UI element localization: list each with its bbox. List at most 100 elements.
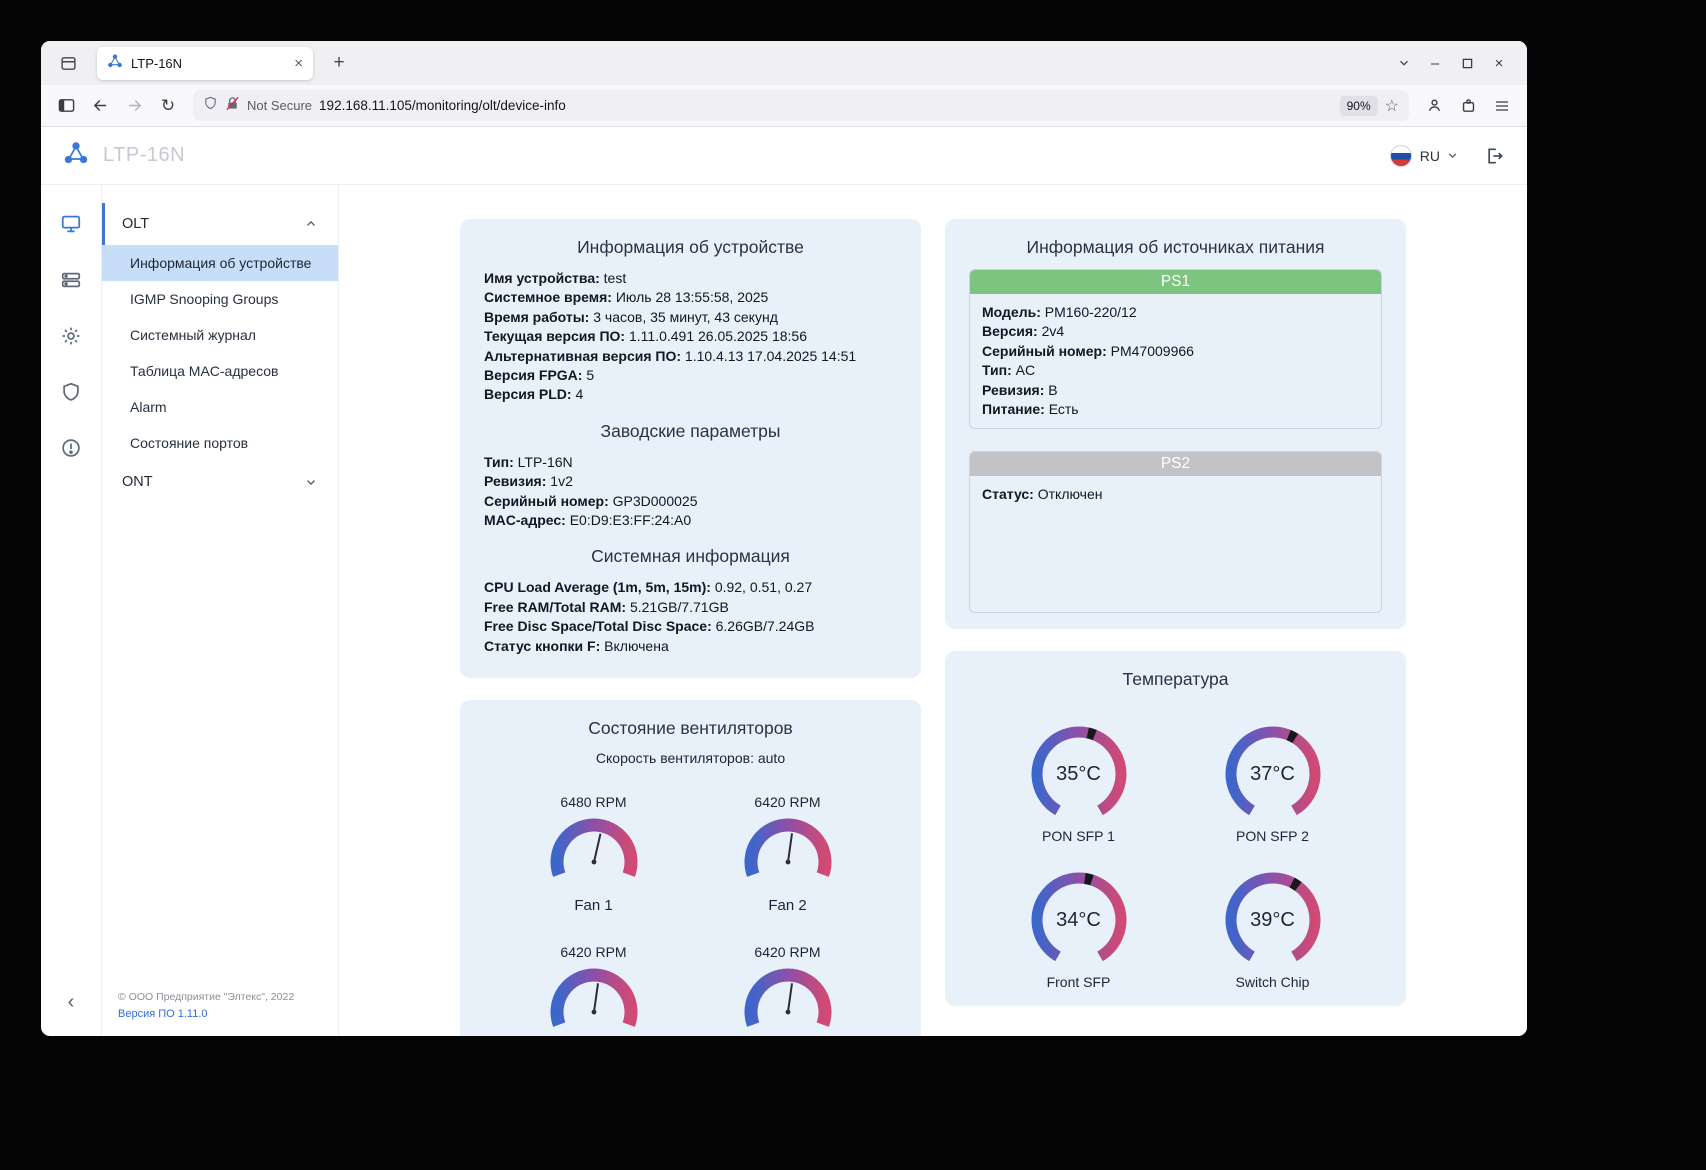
extensions-icon[interactable]: [1453, 91, 1483, 121]
fans-card: Состояние вентиляторов Скорость вентилят…: [460, 700, 921, 1036]
info-row: Статус кнопки F: Включена: [484, 637, 897, 656]
back-icon[interactable]: [85, 91, 115, 121]
sidebar-item-port-state[interactable]: Состояние портов: [102, 425, 338, 461]
info-row: Серийный номер: GP3D000025: [484, 492, 897, 511]
tracking-shield-icon[interactable]: [203, 95, 218, 116]
fan-gauge: 6420 RPM Fan 3: [519, 944, 669, 1036]
insecure-lock-icon: [225, 96, 240, 116]
chevron-down-icon[interactable]: [1446, 149, 1459, 162]
tabs-list-chevron-icon[interactable]: [1389, 48, 1419, 78]
info-row: Ревизия: 1v2: [484, 472, 897, 491]
temperature-gauge: 39°C Switch Chip: [1198, 870, 1348, 990]
sidebar-item-mac-table[interactable]: Таблица MAC-адресов: [102, 353, 338, 389]
sidebar: OLT Информация об устройстве IGMP Snoopi…: [102, 185, 339, 1036]
temperature-label: Switch Chip: [1198, 974, 1348, 990]
temperature-value: 39°C: [1223, 870, 1323, 970]
firmware-version-link[interactable]: Версия ПО 1.11.0: [118, 1008, 208, 1020]
fan-gauge-dial: [519, 966, 669, 1036]
fan-rpm-value: 6420 RPM: [713, 944, 863, 960]
temperature-value: 34°C: [1029, 870, 1129, 970]
fan-label: Fan 2: [713, 897, 863, 914]
language-flag-icon: [1390, 145, 1412, 167]
browser-tab[interactable]: LTP-16N ×: [97, 47, 313, 80]
logout-icon[interactable]: [1485, 146, 1505, 166]
sidebar-toggle-icon[interactable]: [51, 91, 81, 121]
window-minimize-button[interactable]: –: [1419, 48, 1451, 78]
info-row: Имя устройства: test: [484, 269, 897, 288]
language-selector[interactable]: RU: [1420, 148, 1440, 164]
menu-icon[interactable]: [1487, 91, 1517, 121]
info-row: CPU Load Average (1m, 5m, 15m): 0.92, 0.…: [484, 578, 897, 597]
info-row: MAC-адрес: E0:D9:E3:FF:24:A0: [484, 511, 897, 530]
browser-window: LTP-16N × + – × ↻: [41, 41, 1527, 1036]
bookmark-star-icon[interactable]: ☆: [1385, 96, 1399, 116]
info-row: Время работы: 3 часов, 35 минут, 43 секу…: [484, 308, 897, 327]
reload-icon[interactable]: ↻: [153, 91, 183, 121]
info-row: Free RAM/Total RAM: 5.21GB/7.71GB: [484, 598, 897, 617]
temperature-gauges-grid: 35°C PON SFP 1 37°C PON SFP 2: [969, 724, 1382, 990]
temperature-gauge: 35°C PON SFP 1: [1004, 724, 1154, 844]
temperature-card-title: Температура: [969, 669, 1382, 690]
fan-label: Fan 1: [519, 897, 669, 914]
app-logo-icon: [63, 140, 89, 171]
temperature-label: PON SFP 2: [1198, 828, 1348, 844]
sidebar-group-olt[interactable]: OLT: [102, 203, 338, 245]
device-info-card: Информация об устройстве Имя устройства:…: [460, 219, 921, 678]
fan-rpm-value: 6420 RPM: [519, 944, 669, 960]
tab-favicon-icon: [107, 53, 123, 74]
info-row: Системное время: Июль 28 13:55:58, 2025: [484, 288, 897, 307]
ps2-status-header: PS2: [970, 452, 1381, 476]
sidebar-group-label: OLT: [122, 216, 149, 232]
firefox-view-icon[interactable]: [53, 48, 83, 78]
info-row: Альтернативная версия ПО: 1.10.4.13 17.0…: [484, 347, 897, 366]
fan-rpm-value: 6420 RPM: [713, 794, 863, 810]
address-bar[interactable]: Not Secure 192.168.11.105/monitoring/olt…: [193, 90, 1409, 121]
new-tab-button[interactable]: +: [325, 52, 353, 74]
fan-speed-setting: Скорость вентиляторов: auto: [484, 750, 897, 766]
tab-close-icon[interactable]: ×: [294, 55, 303, 72]
chevron-down-icon: [304, 475, 318, 489]
fans-card-title: Состояние вентиляторов: [484, 718, 897, 739]
zoom-level[interactable]: 90%: [1340, 96, 1378, 116]
info-row: Ревизия: B: [982, 381, 1369, 400]
info-row: Версия PLD: 4: [484, 385, 897, 404]
window-close-button[interactable]: ×: [1483, 48, 1515, 78]
sidebar-item-device-info[interactable]: Информация об устройстве: [102, 245, 338, 281]
sidebar-item-system-log[interactable]: Системный журнал: [102, 317, 338, 353]
monitoring-icon[interactable]: [60, 213, 82, 235]
info-row: Серийный номер: PM47009966: [982, 342, 1369, 361]
sidebar-group-ont[interactable]: ONT: [102, 461, 338, 503]
account-icon[interactable]: [1419, 91, 1449, 121]
info-row: Модель: PM160-220/12: [982, 303, 1369, 322]
forward-icon[interactable]: [119, 91, 149, 121]
temperature-card: Температура 35°C PON SFP 1: [945, 651, 1406, 1006]
fan-gauge: 6420 RPM Fan 2: [713, 794, 863, 914]
info-row: Версия FPGA: 5: [484, 366, 897, 385]
temperature-label: Front SFP: [1004, 974, 1154, 990]
temperature-value: 35°C: [1029, 724, 1129, 824]
sidebar-footer: © ООО Предприятие "Элтекс", 2022 Версия …: [102, 977, 338, 1036]
fan-gauges-grid: 6480 RPM Fan 1 6420 RPM Fan 2 6420 RPM: [484, 794, 897, 1036]
tab-title: LTP-16N: [131, 56, 286, 71]
copyright-text: © ООО Предприятие "Элтекс", 2022: [118, 991, 322, 1003]
info-row: Питание: Есть: [982, 400, 1369, 419]
icon-rail: ‹: [41, 185, 102, 1036]
rack-icon[interactable]: [60, 269, 82, 291]
system-info-title: Системная информация: [484, 546, 897, 567]
fan-gauge-dial: [713, 966, 863, 1036]
fan-rpm-value: 6480 RPM: [519, 794, 669, 810]
url-text: 192.168.11.105/monitoring/olt/device-inf…: [319, 98, 1333, 113]
tab-bar: LTP-16N × + – ×: [41, 41, 1527, 85]
settings-gear-icon[interactable]: [60, 325, 82, 347]
window-maximize-button[interactable]: [1451, 48, 1483, 78]
power-card: Информация об источниках питания PS1 Мод…: [945, 219, 1406, 629]
fan-gauge-dial: [713, 816, 863, 895]
collapse-sidebar-icon[interactable]: ‹: [68, 991, 75, 1014]
fan-gauge: 6480 RPM Fan 1: [519, 794, 669, 914]
sidebar-item-alarm[interactable]: Alarm: [102, 389, 338, 425]
alerts-icon[interactable]: [60, 437, 82, 459]
browser-toolbar: ↻ Not Secure 192.168.11.105/monitoring/o…: [41, 85, 1527, 127]
sidebar-item-igmp-snooping[interactable]: IGMP Snooping Groups: [102, 281, 338, 317]
security-shield-icon[interactable]: [60, 381, 82, 403]
info-row: Тип: LTP-16N: [484, 453, 897, 472]
